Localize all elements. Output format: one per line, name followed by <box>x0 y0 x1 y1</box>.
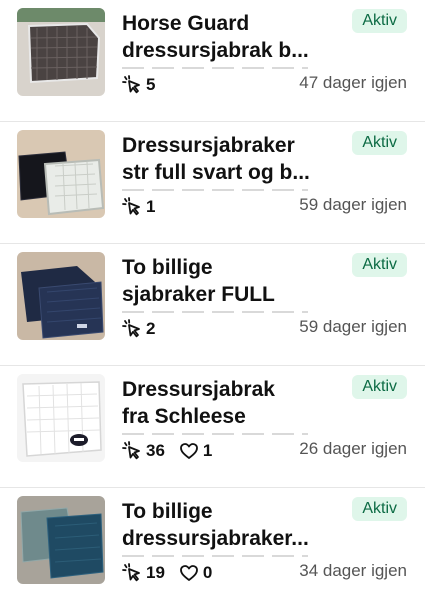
click-count: 36 <box>146 441 165 460</box>
listing-thumbnail[interactable] <box>17 252 105 340</box>
listing-title-line1: Horse Guard <box>122 12 250 35</box>
listing-title-line1: Dressursjabrak <box>122 378 275 401</box>
listing-thumbnail[interactable] <box>17 496 105 584</box>
listing-thumbnail[interactable] <box>17 8 105 96</box>
listing-title-line2: dressursjabraker... <box>122 527 309 550</box>
listing-title-line1: To billige <box>122 256 213 279</box>
days-remaining: 59 dager igjen <box>299 317 407 336</box>
listing-title-line2: str full svart og b... <box>122 161 310 184</box>
days-remaining: 26 dager igjen <box>299 439 407 458</box>
cursor-click-icon <box>122 441 142 461</box>
like-count: 0 <box>202 563 213 582</box>
listing-title[interactable]: To billige dressursjabraker... <box>122 498 340 552</box>
status-badge: Aktiv <box>352 9 407 33</box>
click-count: 1 <box>146 197 156 216</box>
days-remaining: 34 dager igjen <box>299 561 407 580</box>
cursor-click-icon <box>122 563 142 583</box>
cursor-click-icon <box>122 319 142 339</box>
listing-title-line1: To billige <box>122 500 213 523</box>
status-badge: Aktiv <box>352 375 407 399</box>
listing-thumbnail[interactable] <box>17 374 105 462</box>
days-remaining: 47 dager igjen <box>299 73 407 92</box>
status-badge: Aktiv <box>352 131 407 155</box>
listing-row[interactable]: Dressursjabraker str full svart og b... … <box>0 122 425 244</box>
listing-title-line1: Dressursjabraker <box>122 134 295 157</box>
redacted-text <box>122 189 308 191</box>
status-badge: Aktiv <box>352 253 407 277</box>
listing-row[interactable]: To billige dressursjabraker... Aktiv 19 … <box>0 488 425 610</box>
listing-title-line2: sjabraker FULL <box>122 283 275 306</box>
listing-stats: 5 <box>122 73 169 97</box>
listing-thumbnail[interactable] <box>17 130 105 218</box>
cursor-click-icon <box>122 75 142 95</box>
heart-icon <box>179 563 199 583</box>
listing-stats: 36 1 <box>122 439 226 463</box>
redacted-text <box>122 311 308 313</box>
redacted-text <box>122 67 308 69</box>
click-count: 2 <box>146 319 156 338</box>
listing-title[interactable]: Dressursjabraker str full svart og b... <box>122 132 340 186</box>
listing-title-line2: fra Schleese <box>122 405 246 428</box>
listing-row[interactable]: Dressursjabrak fra Schleese Aktiv 36 1 2… <box>0 366 425 488</box>
cursor-click-icon <box>122 197 142 217</box>
listing-stats: 2 <box>122 317 169 341</box>
click-count: 5 <box>146 75 156 94</box>
days-remaining: 59 dager igjen <box>299 195 407 214</box>
redacted-text <box>122 433 308 435</box>
listing-title[interactable]: To billige sjabraker FULL <box>122 254 340 308</box>
listing-stats: 19 0 <box>122 561 226 585</box>
listing-list: Horse Guard dressursjabrak b... Aktiv 5 … <box>0 0 425 584</box>
heart-icon <box>179 441 199 461</box>
like-count: 1 <box>202 441 213 460</box>
listing-row[interactable]: To billige sjabraker FULL Aktiv 2 59 dag… <box>0 244 425 366</box>
status-badge: Aktiv <box>352 497 407 521</box>
listing-title[interactable]: Dressursjabrak fra Schleese <box>122 376 340 430</box>
listing-row[interactable]: Horse Guard dressursjabrak b... Aktiv 5 … <box>0 0 425 122</box>
listing-title-line2: dressursjabrak b... <box>122 39 309 62</box>
redacted-text <box>122 555 308 557</box>
listing-title[interactable]: Horse Guard dressursjabrak b... <box>122 10 340 64</box>
click-count: 19 <box>146 563 165 582</box>
listing-stats: 1 <box>122 195 169 219</box>
